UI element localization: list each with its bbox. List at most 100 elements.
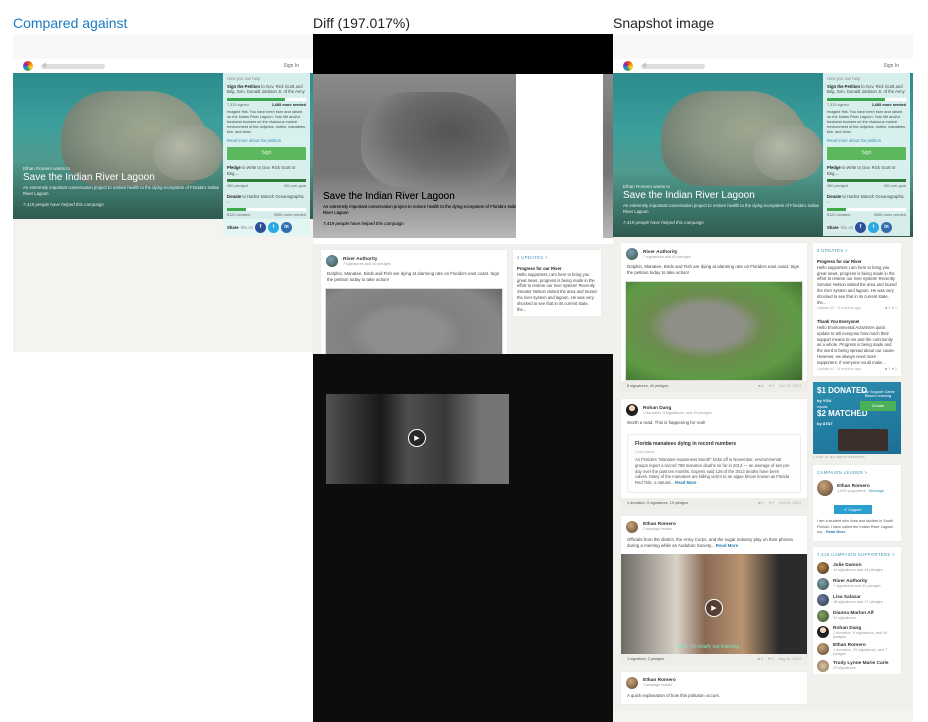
read-more-link[interactable]: Read More [826,530,845,534]
message-link[interactable]: Message [869,489,884,493]
pledge-pledged: 580 pledged [827,184,848,188]
support-button[interactable]: ✔ Support [834,505,872,515]
updates-title[interactable]: 2 UPDATES > [513,250,601,263]
avatar[interactable] [626,676,638,689]
leader-title[interactable]: CAMPAIGN LEADER > [813,465,901,478]
ad-donate-button[interactable]: Donate [860,401,896,412]
twitter-icon[interactable]: t [867,222,879,233]
supporter-item[interactable]: Lisa Salazar 18 signatures and 17 pledges [813,592,901,608]
avatar [326,255,338,267]
comment-icon[interactable]: ■ 2 [885,306,890,310]
supporter-meta: 1 donation, 9 signatures, and 19 pledges [833,630,888,639]
twitter-icon[interactable]: t [267,222,279,233]
donate-label: Donate [227,193,242,199]
petition-stats: 7,315 signed 2,685 more needed [827,103,906,109]
read-more-link[interactable]: Read More [675,480,696,485]
article-body: As Florida's "Manatee Awareness Month" k… [635,457,790,486]
petition-read-more-link[interactable]: Read more about the petition [827,138,906,144]
avatar[interactable] [817,626,829,639]
like-icon[interactable]: ♥ 4 [769,501,774,505]
petition-progress-bar [227,97,306,101]
avatar[interactable] [817,561,829,574]
diff-title: Diff (197.017%) [313,15,411,31]
shared-article[interactable]: Florida manatees dying in record numbers… [627,434,801,493]
donate-progress-bar [827,207,906,211]
comment-icon[interactable]: ■ 1 [885,367,890,371]
donate-needed: $380 more needed [274,212,306,217]
post-image[interactable] [625,281,803,381]
petition-read-more-link[interactable]: Read more about the petition [227,138,306,144]
supporter-item[interactable]: Ethan Romero 1 donation, 20 signatures, a… [813,641,901,658]
like-icon[interactable]: ♥ 2 [769,384,774,388]
supporter-item[interactable]: Julie Damon 44 signatures and 44 pledges [813,560,901,576]
leader-avatar[interactable] [817,480,833,497]
diff-hero-title: Save the Indian River Lagoon [323,191,455,202]
sign-in-link[interactable]: Sign In [283,63,299,69]
avatar[interactable] [817,643,829,656]
donate-progress-fill [827,207,846,211]
leader-supporters: 1,045 supporters [837,488,866,493]
update-meta: Update #2 · 6 months ago [817,306,861,311]
donate-progress-fill [227,207,246,211]
pledge-stats: 580 pledged +80 over goal [227,184,306,190]
donate-progress-bar [227,207,306,211]
supporter-item[interactable]: Dianna Marlon Alf 31 signatures [813,608,901,624]
read-more-link[interactable]: Read More [716,543,738,548]
rainbow-logo-icon[interactable] [623,61,633,71]
avatar[interactable] [817,609,829,622]
donate-stats: $120 donated $380 more needed [227,213,306,219]
sign-button[interactable]: Sign [827,146,906,160]
pledge-progress-bar [827,179,906,182]
linkedin-icon[interactable]: in [280,222,292,233]
post-video[interactable]: ▶ Yeah, I'm totally not listening [621,553,807,654]
diff-manatee-image [361,92,511,187]
like-icon[interactable]: ♥ 2 [892,367,897,371]
supporter-meta: 31 signatures [833,616,856,621]
compared-against-link[interactable]: Compared against [13,15,127,31]
supporters-title[interactable]: 7,419 CAMPAIGN SUPPORTERS > [813,547,901,560]
petition-needed: 2,685 more needed [871,102,906,107]
like-icon[interactable]: ♥ 2 [768,657,773,661]
play-icon[interactable]: ▶ [705,598,723,617]
hero-banner: Ethan Romero wants to Save the Indian Ri… [13,73,313,236]
avatar[interactable] [817,593,829,606]
comment-icon[interactable]: ■ 1 [758,501,763,505]
top-gap [613,34,913,59]
supporter-item[interactable]: Rohan Dang 1 donation, 9 signatures, and … [813,624,901,641]
hero-text: Ethan Romero wants to Save the Indian Ri… [623,184,823,225]
article-source: Cnca News [635,450,655,454]
avatar[interactable] [626,404,638,416]
rainbow-logo-icon[interactable] [23,61,33,71]
comment-icon[interactable]: ■ 1 [757,657,762,661]
facebook-icon[interactable]: f [854,222,866,233]
content-area: River Authority 7 signatures and 40 pledg… [613,237,913,710]
post-meta: 7 signatures and 40 pledges [643,254,691,259]
avatar[interactable] [817,659,829,672]
diff-hero-text: Save the Indian River Lagoon An extremel… [323,190,523,226]
supporter-item[interactable]: Trudy Lynne Marie Carle 23 signatures [813,658,901,674]
avatar[interactable] [817,577,829,590]
post-text: A quick explanation of how this pollutio… [627,692,720,698]
search-input[interactable]: ⚲ [641,63,705,69]
supporter-meta: 23 signatures [833,666,856,671]
comment-icon[interactable]: ■ 0 [758,384,763,388]
sign-button[interactable]: Sign [227,146,306,160]
supporter-item[interactable]: River Authority 7 signatures and 40 pledg… [813,576,901,592]
search-input[interactable]: ⚲ [41,63,105,69]
manatee-calf-image [753,125,823,180]
linkedin-icon[interactable]: in [880,222,892,233]
hero-banner: Ethan Romero wants to Save the Indian Ri… [613,73,913,237]
like-icon[interactable]: ♥ 1 [892,306,897,310]
hero-helped-count: 7,419 people have helped this campaign [623,220,704,225]
facebook-icon[interactable]: f [254,222,266,233]
avatar[interactable] [626,520,638,533]
article-title[interactable]: Florida manatees dying in record numbers [635,441,793,447]
help-heading: How you can help [227,76,261,81]
avatar[interactable] [626,248,638,260]
help-card: How you can help Sign the Petition to Go… [823,73,910,236]
share-suffix: this on [840,224,853,230]
att-advertisement[interactable]: $1 DONATED by YOU equals $2 MATCHED by AT&… [813,382,901,455]
updates-title[interactable]: 2 UPDATES > [813,243,901,256]
sign-in-link[interactable]: Sign In [883,63,899,69]
feed-post: Ethan Romero Campaign leader A quick expl… [621,671,807,704]
